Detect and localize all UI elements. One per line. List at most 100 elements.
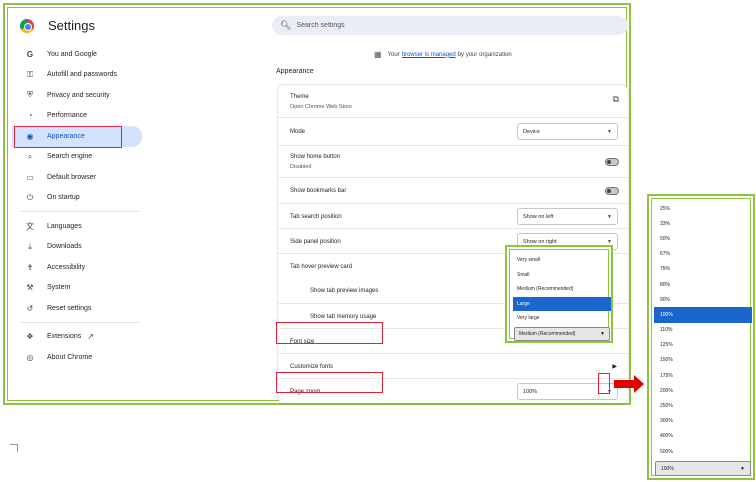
sidebar-item-label: Performance xyxy=(47,112,88,120)
zoom-option[interactable]: 110% xyxy=(654,323,752,338)
search-icon: 🔍︎ xyxy=(280,20,292,30)
font-size-option[interactable]: Medium (Recommended) xyxy=(513,282,611,297)
page-zoom-select-open[interactable]: 100% ▼ xyxy=(655,461,751,476)
appearance-card: Theme Open Chrome Web Store ⧉ Mode Devic… xyxy=(278,85,628,403)
app-header: Settings xyxy=(20,18,95,33)
sidebar-item-appearance[interactable]: ◉ Appearance xyxy=(12,126,142,148)
reset-icon: ↺ xyxy=(26,303,34,313)
page-zoom-dropdown: 25% 33% 50% 67% 75% 80% 90% 100% 110% 12… xyxy=(647,194,755,480)
font-size-option[interactable]: Very large xyxy=(513,311,611,326)
sidebar-item-label: Reset settings xyxy=(47,304,92,312)
sidebar-item-about-chrome[interactable]: ◎ About Chrome xyxy=(12,347,142,368)
font-size-option[interactable]: Very small xyxy=(513,253,611,268)
search-input[interactable] xyxy=(296,22,597,29)
sidebar-item-accessibility[interactable]: ✝ Accessibility xyxy=(12,257,142,278)
puzzle-icon: ❖ xyxy=(26,332,34,342)
tab-search-select[interactable]: Show on left ▼ xyxy=(517,208,618,225)
sidebar-item-label: Search engine xyxy=(47,153,93,161)
font-size-option-highlighted[interactable]: Large xyxy=(513,296,611,311)
sidebar-item-you-and-google[interactable]: G You and Google xyxy=(12,44,142,65)
page-zoom-value: 100% xyxy=(523,388,538,395)
search-bar[interactable]: 🔍︎ xyxy=(272,16,628,35)
font-size-select[interactable]: Medium (Recommended) ▼ xyxy=(514,327,610,341)
sidebar-item-label: Extensions xyxy=(47,333,82,341)
home-button-label: Show home button xyxy=(290,154,341,160)
zoom-option[interactable]: 75% xyxy=(654,262,752,277)
zoom-option[interactable]: 80% xyxy=(654,277,752,292)
browser-icon: ▭ xyxy=(26,172,34,182)
font-size-dropdown: Very small Small Medium (Recommended) La… xyxy=(505,245,613,343)
zoom-option[interactable]: 25% xyxy=(654,201,752,216)
sidebar-item-privacy[interactable]: ⛨ Privacy and security xyxy=(12,85,142,106)
page-zoom-highlight xyxy=(276,372,383,393)
sidebar-item-autofill[interactable]: ⚿ Autofill and passwords xyxy=(12,65,142,86)
side-panel-value: Show on right xyxy=(523,238,557,245)
zoom-option[interactable]: 50% xyxy=(654,231,752,246)
sidebar-item-default-browser[interactable]: ▭ Default browser xyxy=(12,167,142,188)
zoom-option[interactable]: 400% xyxy=(654,429,752,444)
managed-link[interactable]: browser is managed xyxy=(402,52,456,58)
zoom-option[interactable]: 150% xyxy=(654,353,752,368)
download-icon: ⤓ xyxy=(28,241,32,251)
page-zoom-dropdown-inner: 25% 33% 50% 67% 75% 80% 90% 100% 110% 12… xyxy=(651,198,752,476)
gauge-icon: ◔ xyxy=(27,111,33,121)
open-external-icon[interactable]: ⧉ xyxy=(613,94,619,105)
font-size-option[interactable]: Small xyxy=(513,268,611,283)
zoom-option-highlighted[interactable]: 100% xyxy=(654,307,752,323)
sidebar-item-performance[interactable]: ◔ Performance xyxy=(12,106,142,127)
sidebar-item-label: Autofill and passwords xyxy=(47,71,118,79)
sidebar-item-downloads[interactable]: ⤓ Downloads xyxy=(12,237,142,258)
managed-suffix: by your organization xyxy=(457,51,512,58)
sidebar-item-system[interactable]: ⚒ System xyxy=(12,278,142,299)
mode-select[interactable]: Device ▼ xyxy=(517,123,618,140)
app-title: Settings xyxy=(48,18,95,33)
bookmarks-bar-label: Show bookmarks bar xyxy=(290,188,347,194)
tab-search-row: Tab search position Show on left ▼ xyxy=(278,203,628,228)
sidebar-item-languages[interactable]: 文 Languages xyxy=(12,216,142,237)
sidebar-item-reset-settings[interactable]: ↺ Reset settings xyxy=(12,298,142,319)
mode-row: Mode Device ▼ xyxy=(278,117,628,145)
shield-icon: ⛨ xyxy=(27,90,33,100)
search-icon: ⌕ xyxy=(27,151,33,161)
sidebar-item-label: You and Google xyxy=(47,50,97,58)
sidebar-item-label: Default browser xyxy=(47,173,97,181)
theme-sub: Open Chrome Web Store xyxy=(290,104,352,110)
zoom-option[interactable]: 200% xyxy=(654,383,752,398)
zoom-option[interactable]: 67% xyxy=(654,247,752,262)
zoom-option[interactable]: 250% xyxy=(654,398,752,413)
sidebar-item-label: Appearance xyxy=(47,132,85,140)
google-g-icon: G xyxy=(26,49,34,59)
palette-icon: ◉ xyxy=(26,131,34,141)
sidebar: G You and Google ⚿ Autofill and password… xyxy=(12,44,142,368)
zoom-option[interactable]: 125% xyxy=(654,338,752,353)
building-icon: ▦ xyxy=(374,50,382,59)
sidebar-item-label: Accessibility xyxy=(47,263,86,271)
zoom-option[interactable]: 33% xyxy=(654,216,752,231)
sidebar-item-extensions[interactable]: ❖ Extensions ↗ xyxy=(12,327,142,348)
zoom-option[interactable]: 90% xyxy=(654,292,752,307)
home-button-toggle[interactable] xyxy=(605,158,619,166)
settings-window: Settings 🔍︎ G You and Google ⚿ Autofill … xyxy=(3,3,631,405)
sidebar-divider xyxy=(20,211,140,212)
bookmarks-bar-toggle[interactable] xyxy=(605,187,619,195)
key-icon: ⚿ xyxy=(26,69,34,79)
external-link-icon: ↗ xyxy=(87,332,94,342)
sidebar-item-search-engine[interactable]: ⌕ Search engine xyxy=(12,147,142,168)
chevron-down-icon: ▼ xyxy=(607,128,612,135)
zoom-option[interactable]: 300% xyxy=(654,414,752,429)
translate-icon: 文 xyxy=(26,221,34,231)
zoom-option[interactable]: 175% xyxy=(654,368,752,383)
custom-fonts-label: Customize fonts xyxy=(290,364,334,370)
theme-label: Theme xyxy=(290,94,309,100)
home-button-sub: Disabled xyxy=(290,164,312,170)
theme-row[interactable]: Theme Open Chrome Web Store ⧉ xyxy=(278,85,628,117)
sidebar-item-on-startup[interactable]: ⏻ On startup xyxy=(12,188,142,209)
chevron-down-icon: ▼ xyxy=(600,331,605,337)
page-zoom-options: 25% 33% 50% 67% 75% 80% 90% 100% 110% 12… xyxy=(654,201,752,459)
mode-value: Device xyxy=(523,128,540,135)
tab-images-label: Show tab preview images xyxy=(310,288,379,294)
font-size-dropdown-inner: Very small Small Medium (Recommended) La… xyxy=(509,249,611,341)
managed-notice: ▦ Your browser is managed by your organi… xyxy=(374,50,512,59)
zoom-option[interactable]: 500% xyxy=(654,444,752,459)
tab-search-label: Tab search position xyxy=(290,214,342,220)
